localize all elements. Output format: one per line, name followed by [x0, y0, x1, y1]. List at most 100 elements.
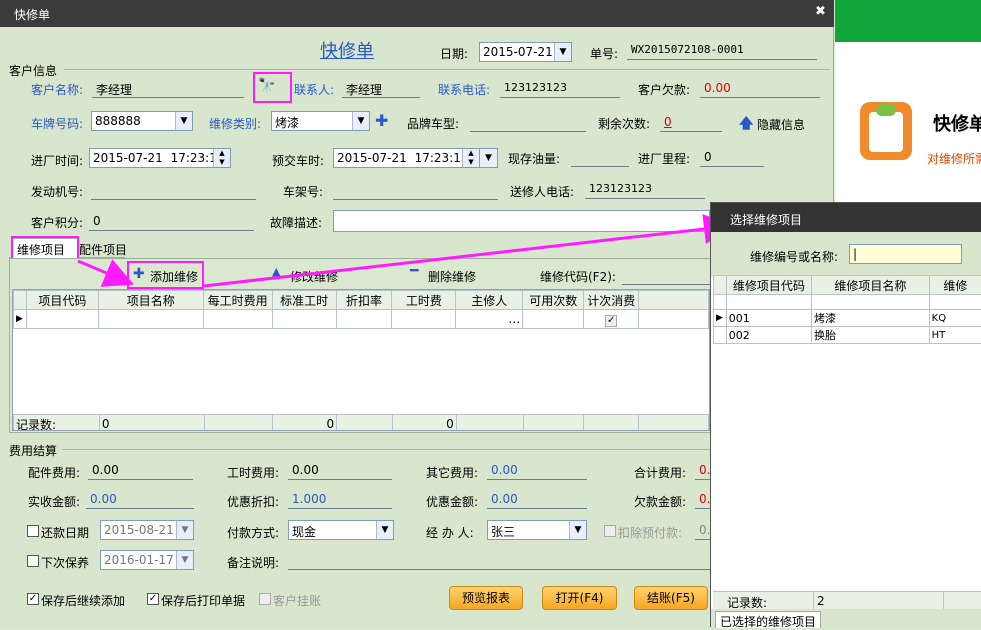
tab-parts[interactable]: 配件项目: [79, 241, 127, 258]
remark-field[interactable]: [288, 550, 710, 570]
customer-name-field[interactable]: 李经理: [92, 78, 244, 98]
deduct-label: 扣除预付款:: [618, 524, 682, 541]
table-cell[interactable]: KQ: [929, 310, 981, 327]
next-maint-select[interactable]: 2016-01-17 ▼: [100, 550, 194, 570]
table-cell[interactable]: [26, 310, 98, 329]
col-header[interactable]: 折扣率: [336, 291, 392, 310]
binoculars-icon[interactable]: 🔭: [258, 78, 275, 94]
save-print-label[interactable]: 保存后打印单据: [161, 592, 245, 609]
chevron-down-icon[interactable]: ▼: [352, 112, 369, 130]
table-cell[interactable]: [336, 310, 392, 329]
deliver-time-picker[interactable]: 2015-07-21 17:23:15 ▲▼: [333, 148, 480, 168]
repay-date-checkbox[interactable]: [27, 525, 39, 537]
add-repair-button[interactable]: 添加维修: [150, 268, 198, 285]
plate-select[interactable]: 888888 ▼: [91, 111, 193, 131]
pay-method-select[interactable]: 现金 ▼: [288, 520, 394, 540]
table-cell[interactable]: 换胎: [812, 327, 930, 344]
plus-icon[interactable]: ✚: [133, 266, 145, 282]
received-field[interactable]: 0.00: [86, 489, 194, 509]
col-header[interactable]: 项目代码: [26, 291, 98, 310]
table-row[interactable]: ▶ 001 烤漆 KQ: [714, 310, 981, 327]
preview-report-button[interactable]: 预览报表: [449, 586, 523, 610]
discount-field[interactable]: 1.000: [288, 489, 392, 509]
col-header[interactable]: 主修人: [456, 291, 523, 310]
col-header[interactable]: 维修项目名称: [812, 276, 930, 295]
col-header[interactable]: 工时费: [392, 291, 456, 310]
close-icon[interactable]: ✖: [815, 4, 826, 19]
mileage-field[interactable]: 0: [700, 147, 764, 167]
hang-checkbox[interactable]: [259, 593, 271, 605]
mileage-label: 进厂里程:: [638, 150, 690, 167]
col-header[interactable]: 标准工时: [272, 291, 336, 310]
open-button[interactable]: 打开(F4): [542, 586, 617, 610]
save-print-checkbox[interactable]: ✓: [147, 593, 159, 605]
save-continue-checkbox[interactable]: ✓: [27, 593, 39, 605]
table-cell[interactable]: [523, 310, 584, 329]
contact-field[interactable]: 李经理: [342, 78, 420, 98]
col-header[interactable]: 项目名称: [98, 291, 203, 310]
table-row[interactable]: ▶ … ✓: [14, 310, 709, 329]
chevron-down-icon[interactable]: ▼: [176, 551, 193, 569]
repay-date-select[interactable]: 2015-08-21 ▼: [100, 520, 194, 540]
handler-select[interactable]: 张三 ▼: [487, 520, 587, 540]
table-row[interactable]: 002 换胎 HT: [714, 327, 981, 344]
col-header[interactable]: 计次消费: [584, 291, 639, 310]
edit-repair-button[interactable]: 修改维修: [290, 268, 338, 285]
other-fee-field[interactable]: 0.00: [487, 460, 587, 480]
table-cell[interactable]: [203, 310, 272, 329]
tab-selected-items[interactable]: 已选择的维修项目: [715, 611, 821, 628]
oil-field[interactable]: [571, 147, 629, 167]
minus-icon[interactable]: ━: [410, 263, 418, 279]
chevron-down-icon[interactable]: ▼: [176, 521, 193, 539]
hang-label[interactable]: 客户挂账: [273, 592, 321, 609]
chevron-down-icon[interactable]: ▼: [376, 521, 393, 539]
table-cell[interactable]: [392, 310, 456, 329]
repair-code-input[interactable]: [622, 265, 710, 285]
settle-button[interactable]: 结账(F5): [634, 586, 708, 610]
deduct-checkbox[interactable]: [604, 525, 616, 537]
chevron-down-icon[interactable]: ▼: [569, 521, 586, 539]
debt-label: 客户欠款:: [638, 81, 690, 98]
engine-field[interactable]: [91, 180, 256, 200]
sender-phone-field[interactable]: 123123123: [585, 179, 705, 199]
table-cell[interactable]: [98, 310, 203, 329]
table-cell[interactable]: 002: [726, 327, 811, 344]
chevron-down-icon[interactable]: ▼: [554, 43, 571, 61]
table-cell[interactable]: [272, 310, 336, 329]
table-cell[interactable]: 烤漆: [812, 310, 930, 327]
save-continue-label[interactable]: 保存后继续添加: [41, 592, 125, 609]
col-header[interactable]: 可用次数: [523, 291, 584, 310]
arrow-up-icon[interactable]: 🡅: [739, 113, 753, 137]
plus-icon[interactable]: ✚: [375, 111, 388, 130]
col-header[interactable]: 维修: [929, 276, 981, 295]
customer-name-label: 客户名称:: [31, 81, 83, 98]
footer-count: 0: [99, 415, 204, 432]
brand-field[interactable]: [470, 112, 586, 132]
spinner-icon[interactable]: ▲▼: [462, 149, 479, 167]
spinner-icon[interactable]: ▲▼: [213, 149, 230, 167]
col-header[interactable]: 每工时费用: [203, 291, 272, 310]
deliver-dropdown[interactable]: ▼: [479, 148, 498, 168]
date-select[interactable]: 2015-07-21 ▼: [479, 42, 572, 62]
fault-input[interactable]: [333, 210, 710, 232]
popup-search-input[interactable]: |: [849, 244, 962, 264]
edit-icon[interactable]: ▲: [272, 265, 280, 278]
col-header[interactable]: 维修项目代码: [726, 276, 811, 295]
title-bar: 快修单 ✖: [0, 0, 834, 27]
frame-field[interactable]: [333, 180, 498, 200]
table-cell[interactable]: HT: [929, 327, 981, 344]
next-maint-checkbox[interactable]: [27, 555, 39, 567]
repair-type-select[interactable]: 烤漆 ▼: [271, 111, 370, 131]
in-time-picker[interactable]: 2015-07-21 17:23:15 ▲▼: [89, 148, 231, 168]
chevron-down-icon[interactable]: ▼: [480, 149, 497, 167]
hide-info-button[interactable]: 隐藏信息: [757, 116, 805, 133]
chevron-down-icon[interactable]: ▼: [175, 112, 192, 130]
select-repair-popup: 选择维修项目 维修编号或名称: | 维修项目代码 维修项目名称 维修 ▶ 001…: [710, 202, 981, 627]
ellipsis-button[interactable]: …: [456, 310, 523, 329]
table-cell[interactable]: 001: [726, 310, 811, 327]
checkbox[interactable]: ✓: [605, 315, 617, 327]
delete-repair-button[interactable]: 删除维修: [428, 268, 476, 285]
table-cell[interactable]: ✓: [584, 310, 639, 329]
discount-amount-field[interactable]: 0.00: [487, 489, 587, 509]
phone-field[interactable]: 123123123: [500, 78, 620, 98]
